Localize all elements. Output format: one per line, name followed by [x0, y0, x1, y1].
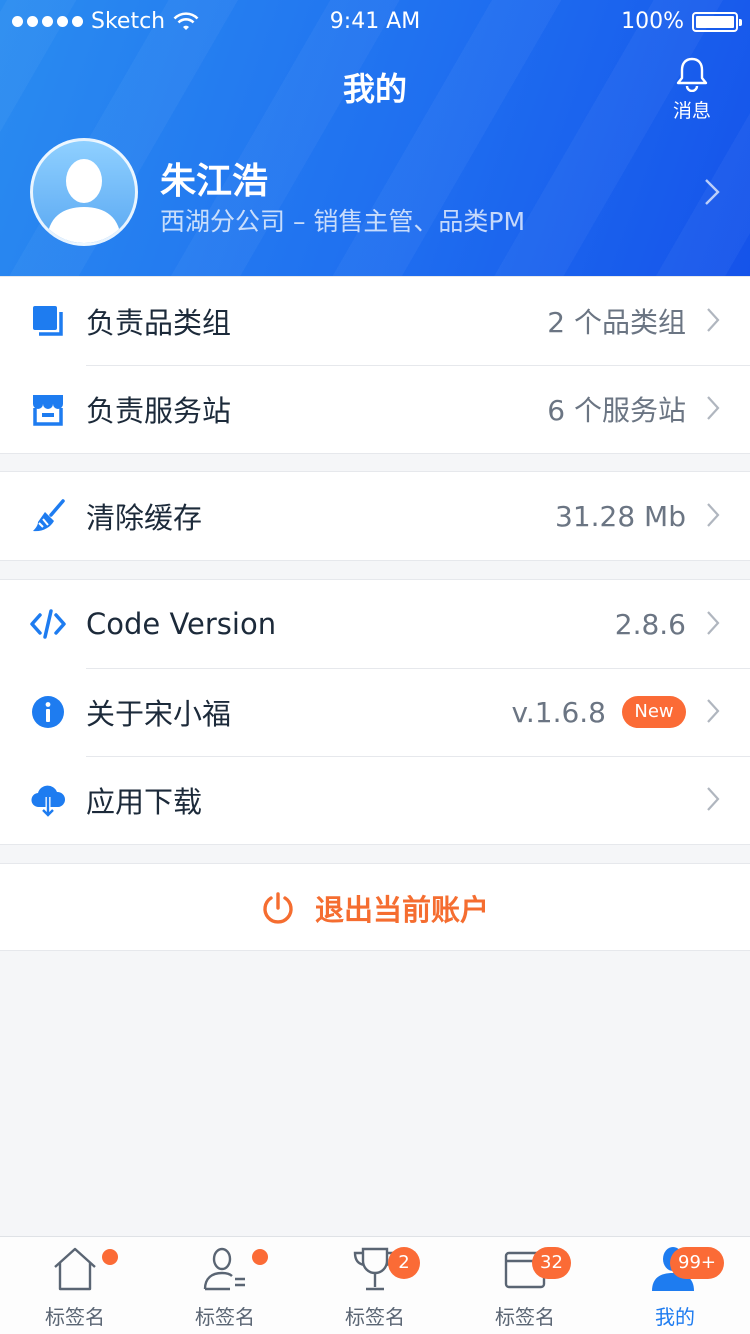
- battery-percent: 100%: [621, 9, 684, 34]
- page-title: 我的: [342, 70, 407, 108]
- row-value: 31.28 Mb: [555, 499, 686, 533]
- row-value: 2.8.6: [614, 607, 686, 641]
- row-value: v.1.6.8: [511, 695, 606, 729]
- chevron-right-icon: [705, 179, 720, 205]
- row-clear-cache[interactable]: 清除缓存 31.28 Mb: [0, 472, 750, 560]
- chevron-right-icon: [707, 787, 720, 811]
- row-service-stations[interactable]: 负责服务站 6 个服务站: [0, 365, 750, 453]
- logout-label: 退出当前账户: [314, 893, 489, 927]
- chevron-right-icon: [707, 396, 720, 420]
- row-label: 负责服务站: [86, 394, 232, 428]
- app-group: Code Version 2.8.6 关于宋小福 v.1.6.8 New 应用下…: [0, 579, 750, 845]
- user-name: 朱江浩: [160, 161, 269, 202]
- messages-label: 消息: [672, 100, 711, 122]
- tab-home[interactable]: 标签名: [0, 1237, 150, 1334]
- notification-dot: [102, 1249, 118, 1265]
- row-value: 2 个品类组: [547, 306, 686, 339]
- responsibility-group: 负责品类组 2 个品类组 负责服务站 6 个服务站: [0, 276, 750, 454]
- badge-count: 99+: [670, 1247, 724, 1279]
- avatar: [30, 138, 138, 246]
- store-icon: [33, 395, 63, 426]
- row-label: 应用下载: [86, 785, 203, 819]
- chevron-right-icon: [707, 699, 720, 723]
- home-icon: [54, 1247, 96, 1291]
- tab-contacts[interactable]: 标签名: [150, 1237, 300, 1334]
- user-silhouette-icon: [47, 159, 121, 243]
- badge-count: 2: [388, 1247, 420, 1279]
- broom-icon: [33, 499, 65, 532]
- messages-button[interactable]: 消息: [670, 56, 714, 123]
- row-category-groups[interactable]: 负责品类组 2 个品类组: [0, 277, 750, 365]
- tab-label: 标签名: [495, 1305, 555, 1329]
- status-bar: Sketch 9:41 AM 100%: [0, 0, 750, 44]
- bell-icon: [676, 57, 708, 92]
- cloud-download-icon: [31, 785, 66, 818]
- chevron-right-icon: [707, 308, 720, 332]
- badge-count: 32: [532, 1247, 571, 1279]
- profile-card[interactable]: 朱江浩 西湖分公司 – 销售主管、品类PM: [30, 138, 720, 248]
- info-icon: [32, 696, 64, 728]
- tab-trophy[interactable]: 2 标签名: [300, 1237, 450, 1334]
- row-code-version[interactable]: Code Version 2.8.6: [0, 580, 750, 668]
- tab-label: 标签名: [45, 1305, 105, 1329]
- row-value: 6 个服务站: [547, 394, 686, 427]
- logout-button[interactable]: 退出当前账户: [0, 863, 750, 951]
- row-about[interactable]: 关于宋小福 v.1.6.8 New: [0, 668, 750, 756]
- user-list-icon: [203, 1247, 245, 1291]
- chevron-right-icon: [707, 611, 720, 635]
- row-label: 清除缓存: [86, 501, 203, 535]
- row-app-download[interactable]: 应用下载: [0, 756, 750, 844]
- tab-label: 我的: [655, 1305, 695, 1329]
- row-label: Code Version: [86, 607, 277, 641]
- tab-mine[interactable]: 99+ 我的: [600, 1237, 750, 1334]
- tab-label: 标签名: [345, 1305, 405, 1329]
- power-icon: [263, 892, 293, 924]
- user-meta: 西湖分公司 – 销售主管、品类PM: [160, 207, 526, 236]
- new-badge: New: [622, 696, 686, 728]
- chevron-right-icon: [707, 503, 720, 527]
- tab-bar: 标签名 标签名 2 标签名 32 标签名 99+ 我的: [0, 1236, 750, 1334]
- tab-window[interactable]: 32 标签名: [450, 1237, 600, 1334]
- row-label: 负责品类组: [86, 306, 232, 340]
- profile-header: Sketch 9:41 AM 100% 我的 消息 朱江浩 西湖分公司 – 销售…: [0, 0, 750, 276]
- battery-icon: [692, 11, 742, 32]
- tab-label: 标签名: [195, 1305, 255, 1329]
- category-icon: [33, 306, 63, 336]
- code-icon: [30, 609, 66, 639]
- row-label: 关于宋小福: [86, 697, 232, 731]
- cache-group: 清除缓存 31.28 Mb: [0, 471, 750, 561]
- notification-dot: [252, 1249, 268, 1265]
